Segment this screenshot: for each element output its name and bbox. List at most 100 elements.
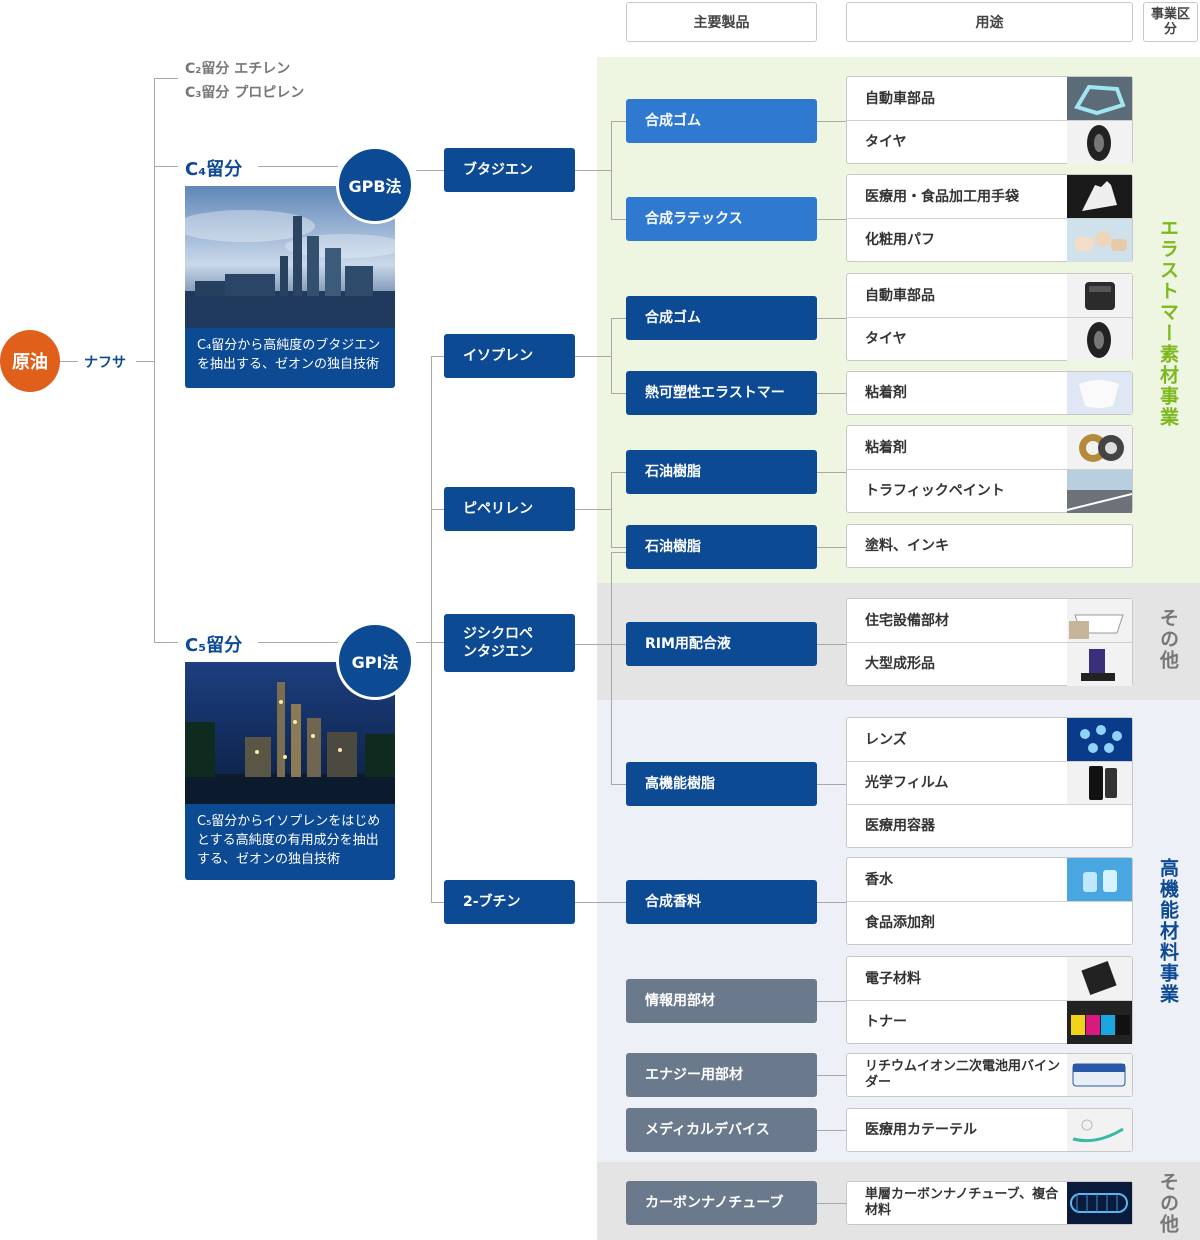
connector [817,784,846,785]
use-item: 電子材料 [847,957,1132,1000]
use-item: 自動車部品 [847,77,1132,120]
catheter-thumbnail [1067,1109,1132,1151]
connector [611,393,626,394]
connector [611,318,626,319]
use-label: リチウムイオン二次電池用バインダー [865,1059,1061,1090]
use-label: レンズ [865,731,907,748]
segment-other-2: その他 [1157,1172,1179,1235]
engine-thumbnail [1067,274,1132,317]
use-item: 光学フィルム [847,761,1132,805]
connector [575,170,611,171]
c5-fraction-label: C₅留分 [185,635,243,656]
connector [154,166,178,167]
product-synthetic-rubber-1: 合成ゴム [626,99,817,143]
segment-elastomer: エラストマー素材事業 [1157,218,1179,428]
use-label: 単層カーボンナノチューブ、複合材料 [865,1187,1059,1218]
product-energy-materials: エナジー用部材 [626,1053,817,1097]
auto-part-thumbnail [1067,77,1132,120]
material-dicyclopentadiene: ジシクロペンタジエン [444,614,575,672]
use-item: 医療用容器 [847,804,1132,847]
connector [431,902,444,903]
use-label: 塗料、インキ [865,538,949,554]
gpi-caption: C₅留分からイソプレンをはじめとする高純度の有用成分を抽出する、ゼオンの独自技術 [185,804,395,880]
use-item: 単層カーボンナノチューブ、複合材料 [847,1182,1132,1224]
uses-group: 医療用カテーテル [846,1108,1133,1152]
tire-thumbnail [1067,318,1132,361]
use-label: 医療用カテーテル [865,1122,977,1138]
product-medical-devices: メディカルデバイス [626,1108,817,1152]
connector [431,356,444,357]
product-thermoplastic-elastomer: 熱可塑性エラストマー [626,371,817,415]
product-carbon-nanotube: カーボンナノチューブ [626,1181,817,1225]
road-thumbnail [1066,470,1133,513]
uses-group: リチウムイオン二次電池用バインダー [846,1053,1133,1097]
product-synthetic-rubber-2: 合成ゴム [626,296,817,340]
use-item: 医療用・食品加工用手袋 [847,175,1132,218]
segment-other-1: その他 [1157,608,1179,671]
use-label: 食品添加剤 [865,915,935,931]
use-item: 自動車部品 [847,274,1132,317]
header-segment: 事業区分 [1143,2,1198,42]
header-uses: 用途 [846,2,1133,42]
uses-group: 電子材料 トナー [846,956,1133,1044]
perfume-thumbnail [1067,858,1132,901]
connector [611,318,612,393]
use-label: 電子材料 [865,970,921,987]
use-item: 粘着剤 [847,372,1132,414]
use-label: 粘着剤 [865,385,907,401]
use-item: 化粧用パフ [847,218,1132,262]
product-synthetic-fragrance: 合成香料 [626,880,817,924]
connector [817,121,846,122]
use-item: タイヤ [847,120,1132,164]
connector [611,552,612,784]
puff-thumbnail [1067,219,1132,262]
use-item: 医療用カテーテル [847,1109,1132,1151]
use-label: 化粧用パフ [865,232,935,248]
product-info-materials: 情報用部材 [626,979,817,1023]
connector [611,219,626,220]
connector [611,547,626,548]
connector [58,361,78,362]
connector [817,219,846,220]
use-item: 香水 [847,858,1132,901]
use-item: 住宅設備部材 [847,599,1132,642]
use-label: タイヤ [865,134,907,150]
connector [817,472,846,473]
c2-fraction-label: C₂留分 エチレン [185,61,291,77]
connector [611,784,626,785]
uses-group: 粘着剤 [846,371,1133,415]
connector [611,472,612,547]
use-item: 塗料、インキ [847,525,1132,567]
machine-thumbnail [1067,643,1132,686]
diaper-thumbnail [1067,372,1132,414]
connector [258,642,338,643]
connector [817,547,846,548]
use-label: 大型成形品 [865,656,935,672]
connector [817,1203,846,1204]
material-isoprene: イソプレン [444,334,575,378]
header-products: 主要製品 [626,2,817,42]
connector [817,1001,846,1002]
naphtha-label: ナフサ [84,355,126,371]
nanotube-thumbnail [1067,1182,1132,1224]
connector [611,121,626,122]
crude-oil-node: 原油 [0,330,60,392]
connector [611,472,626,473]
material-piperylene: ピペリレン [444,487,575,531]
connector [416,170,444,171]
use-label: 光学フィルム [865,775,949,791]
connector [575,902,626,903]
use-label: トナー [865,1014,907,1030]
connector [817,393,846,394]
smartphone-thumbnail [1067,762,1132,805]
lens-thumbnail [1067,718,1132,761]
connector [431,356,432,902]
connector [154,642,178,643]
gpb-method-badge: GPB法 [336,146,414,224]
material-butadiene: ブタジエン [444,148,575,192]
gpb-caption: C₄留分から高純度のブタジエンを抽出する、ゼオンの独自技術 [185,328,395,388]
uses-group: 自動車部品 タイヤ [846,76,1133,164]
connector [154,78,155,642]
segment-specialty: 高機能材料事業 [1157,858,1179,1005]
use-label: 医療用・食品加工用手袋 [865,188,1019,205]
